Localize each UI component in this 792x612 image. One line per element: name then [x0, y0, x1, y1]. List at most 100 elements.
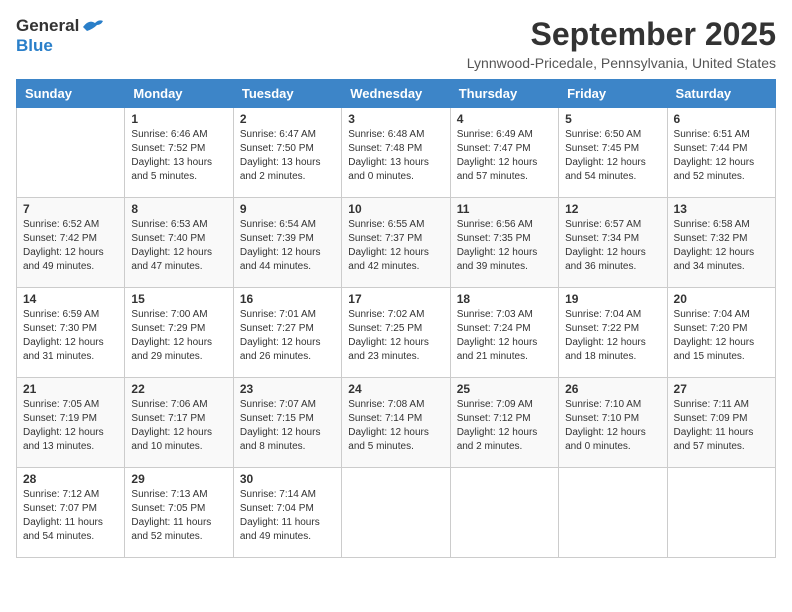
calendar-day-header: Tuesday: [233, 80, 341, 108]
day-number: 22: [131, 382, 226, 396]
day-number: 14: [23, 292, 118, 306]
day-number: 30: [240, 472, 335, 486]
calendar-day-cell: 10 Sunrise: 6:55 AM Sunset: 7:37 PM Dayli…: [342, 198, 450, 288]
calendar-day-cell: 27 Sunrise: 7:11 AM Sunset: 7:09 PM Dayli…: [667, 378, 775, 468]
day-number: 21: [23, 382, 118, 396]
logo: General Blue: [16, 16, 103, 56]
calendar-week-row: 1Sunrise: 6:46 AM Sunset: 7:52 PM Daylig…: [17, 108, 776, 198]
calendar-day-cell: [450, 468, 558, 558]
day-number: 9: [240, 202, 335, 216]
day-info: Sunrise: 7:05 AM Sunset: 7:19 PM Dayligh…: [23, 398, 118, 454]
calendar-day-cell: 18 Sunrise: 7:03 AM Sunset: 7:24 PM Dayli…: [450, 288, 558, 378]
day-info: Sunrise: 6:53 AM Sunset: 7:40 PM Dayligh…: [131, 218, 226, 274]
day-info: Sunrise: 6:58 AM Sunset: 7:32 PM Dayligh…: [674, 218, 769, 274]
logo-general: General: [16, 16, 79, 36]
calendar-day-cell: 26 Sunrise: 7:10 AM Sunset: 7:10 PM Dayli…: [559, 378, 667, 468]
day-number: 27: [674, 382, 769, 396]
calendar-day-cell: 6 Sunrise: 6:51 AM Sunset: 7:44 PM Daylig…: [667, 108, 775, 198]
day-number: 2: [240, 112, 335, 126]
day-info: Sunrise: 7:13 AM Sunset: 7:05 PM Dayligh…: [131, 488, 226, 544]
day-number: 6: [674, 112, 769, 126]
calendar-day-cell: 2 Sunrise: 6:47 AM Sunset: 7:50 PM Daylig…: [233, 108, 341, 198]
day-info: Sunrise: 7:07 AM Sunset: 7:15 PM Dayligh…: [240, 398, 335, 454]
day-info: Sunrise: 7:02 AM Sunset: 7:25 PM Dayligh…: [348, 308, 443, 364]
calendar-week-row: 28 Sunrise: 7:12 AM Sunset: 7:07 PM Dayli…: [17, 468, 776, 558]
day-info: Sunrise: 7:01 AM Sunset: 7:27 PM Dayligh…: [240, 308, 335, 364]
day-info: Sunrise: 7:09 AM Sunset: 7:12 PM Dayligh…: [457, 398, 552, 454]
calendar-day-cell: [667, 468, 775, 558]
day-number: 23: [240, 382, 335, 396]
day-info: Sunrise: 7:10 AM Sunset: 7:10 PM Dayligh…: [565, 398, 660, 454]
calendar-day-cell: [559, 468, 667, 558]
calendar-day-header: Saturday: [667, 80, 775, 108]
day-info: Sunrise: 6:56 AM Sunset: 7:35 PM Dayligh…: [457, 218, 552, 274]
calendar-day-cell: 3 Sunrise: 6:48 AM Sunset: 7:48 PM Daylig…: [342, 108, 450, 198]
day-info: Sunrise: 6:59 AM Sunset: 7:30 PM Dayligh…: [23, 308, 118, 364]
day-number: 28: [23, 472, 118, 486]
calendar-day-cell: 5Sunrise: 6:50 AM Sunset: 7:45 PM Daylig…: [559, 108, 667, 198]
day-info: Sunrise: 7:00 AM Sunset: 7:29 PM Dayligh…: [131, 308, 226, 364]
day-info: Sunrise: 6:52 AM Sunset: 7:42 PM Dayligh…: [23, 218, 118, 274]
location-text: Lynnwood-Pricedale, Pennsylvania, United…: [467, 55, 776, 71]
day-number: 10: [348, 202, 443, 216]
calendar-day-header: Wednesday: [342, 80, 450, 108]
day-number: 20: [674, 292, 769, 306]
day-number: 13: [674, 202, 769, 216]
calendar-day-cell: 29Sunrise: 7:13 AM Sunset: 7:05 PM Dayli…: [125, 468, 233, 558]
page-header: General Blue September 2025 Lynnwood-Pri…: [16, 16, 776, 71]
day-info: Sunrise: 6:47 AM Sunset: 7:50 PM Dayligh…: [240, 128, 335, 184]
day-info: Sunrise: 6:51 AM Sunset: 7:44 PM Dayligh…: [674, 128, 769, 184]
calendar-day-cell: 15 Sunrise: 7:00 AM Sunset: 7:29 PM Dayli…: [125, 288, 233, 378]
day-number: 15: [131, 292, 226, 306]
day-number: 24: [348, 382, 443, 396]
day-number: 8: [131, 202, 226, 216]
calendar-week-row: 21 Sunrise: 7:05 AM Sunset: 7:19 PM Dayli…: [17, 378, 776, 468]
calendar-day-header: Monday: [125, 80, 233, 108]
month-title: September 2025: [467, 16, 776, 53]
calendar-day-cell: 7 Sunrise: 6:52 AM Sunset: 7:42 PM Daylig…: [17, 198, 125, 288]
day-info: Sunrise: 7:11 AM Sunset: 7:09 PM Dayligh…: [674, 398, 769, 454]
calendar-table: SundayMondayTuesdayWednesdayThursdayFrid…: [16, 79, 776, 558]
day-number: 25: [457, 382, 552, 396]
day-number: 17: [348, 292, 443, 306]
day-info: Sunrise: 7:06 AM Sunset: 7:17 PM Dayligh…: [131, 398, 226, 454]
day-info: Sunrise: 7:04 AM Sunset: 7:20 PM Dayligh…: [674, 308, 769, 364]
calendar-day-cell: 9Sunrise: 6:54 AM Sunset: 7:39 PM Daylig…: [233, 198, 341, 288]
day-number: 26: [565, 382, 660, 396]
title-section: September 2025 Lynnwood-Pricedale, Penns…: [467, 16, 776, 71]
day-number: 4: [457, 112, 552, 126]
calendar-day-header: Sunday: [17, 80, 125, 108]
calendar-day-cell: 11Sunrise: 6:56 AM Sunset: 7:35 PM Dayli…: [450, 198, 558, 288]
day-number: 3: [348, 112, 443, 126]
day-info: Sunrise: 6:46 AM Sunset: 7:52 PM Dayligh…: [131, 128, 226, 184]
logo-blue: Blue: [16, 36, 53, 55]
calendar-day-cell: 28 Sunrise: 7:12 AM Sunset: 7:07 PM Dayli…: [17, 468, 125, 558]
day-info: Sunrise: 6:49 AM Sunset: 7:47 PM Dayligh…: [457, 128, 552, 184]
day-info: Sunrise: 7:08 AM Sunset: 7:14 PM Dayligh…: [348, 398, 443, 454]
day-number: 12: [565, 202, 660, 216]
day-info: Sunrise: 7:04 AM Sunset: 7:22 PM Dayligh…: [565, 308, 660, 364]
calendar-day-cell: 22 Sunrise: 7:06 AM Sunset: 7:17 PM Dayli…: [125, 378, 233, 468]
calendar-day-cell: 17 Sunrise: 7:02 AM Sunset: 7:25 PM Dayli…: [342, 288, 450, 378]
day-number: 7: [23, 202, 118, 216]
calendar-day-cell: 16 Sunrise: 7:01 AM Sunset: 7:27 PM Dayli…: [233, 288, 341, 378]
calendar-day-cell: 20 Sunrise: 7:04 AM Sunset: 7:20 PM Dayli…: [667, 288, 775, 378]
day-info: Sunrise: 6:48 AM Sunset: 7:48 PM Dayligh…: [348, 128, 443, 184]
calendar-day-cell: 8 Sunrise: 6:53 AM Sunset: 7:40 PM Daylig…: [125, 198, 233, 288]
calendar-day-cell: 1Sunrise: 6:46 AM Sunset: 7:52 PM Daylig…: [125, 108, 233, 198]
calendar-header-row: SundayMondayTuesdayWednesdayThursdayFrid…: [17, 80, 776, 108]
calendar-day-cell: 30 Sunrise: 7:14 AM Sunset: 7:04 PM Dayli…: [233, 468, 341, 558]
day-info: Sunrise: 7:03 AM Sunset: 7:24 PM Dayligh…: [457, 308, 552, 364]
calendar-week-row: 7 Sunrise: 6:52 AM Sunset: 7:42 PM Daylig…: [17, 198, 776, 288]
day-info: Sunrise: 6:55 AM Sunset: 7:37 PM Dayligh…: [348, 218, 443, 274]
calendar-day-cell: 14 Sunrise: 6:59 AM Sunset: 7:30 PM Dayli…: [17, 288, 125, 378]
logo-bird-icon: [81, 17, 103, 33]
day-number: 16: [240, 292, 335, 306]
day-info: Sunrise: 7:14 AM Sunset: 7:04 PM Dayligh…: [240, 488, 335, 544]
calendar-day-cell: 19Sunrise: 7:04 AM Sunset: 7:22 PM Dayli…: [559, 288, 667, 378]
calendar-day-cell: 24 Sunrise: 7:08 AM Sunset: 7:14 PM Dayli…: [342, 378, 450, 468]
day-info: Sunrise: 7:12 AM Sunset: 7:07 PM Dayligh…: [23, 488, 118, 544]
calendar-day-cell: 21 Sunrise: 7:05 AM Sunset: 7:19 PM Dayli…: [17, 378, 125, 468]
day-number: 18: [457, 292, 552, 306]
calendar-day-cell: 23 Sunrise: 7:07 AM Sunset: 7:15 PM Dayli…: [233, 378, 341, 468]
